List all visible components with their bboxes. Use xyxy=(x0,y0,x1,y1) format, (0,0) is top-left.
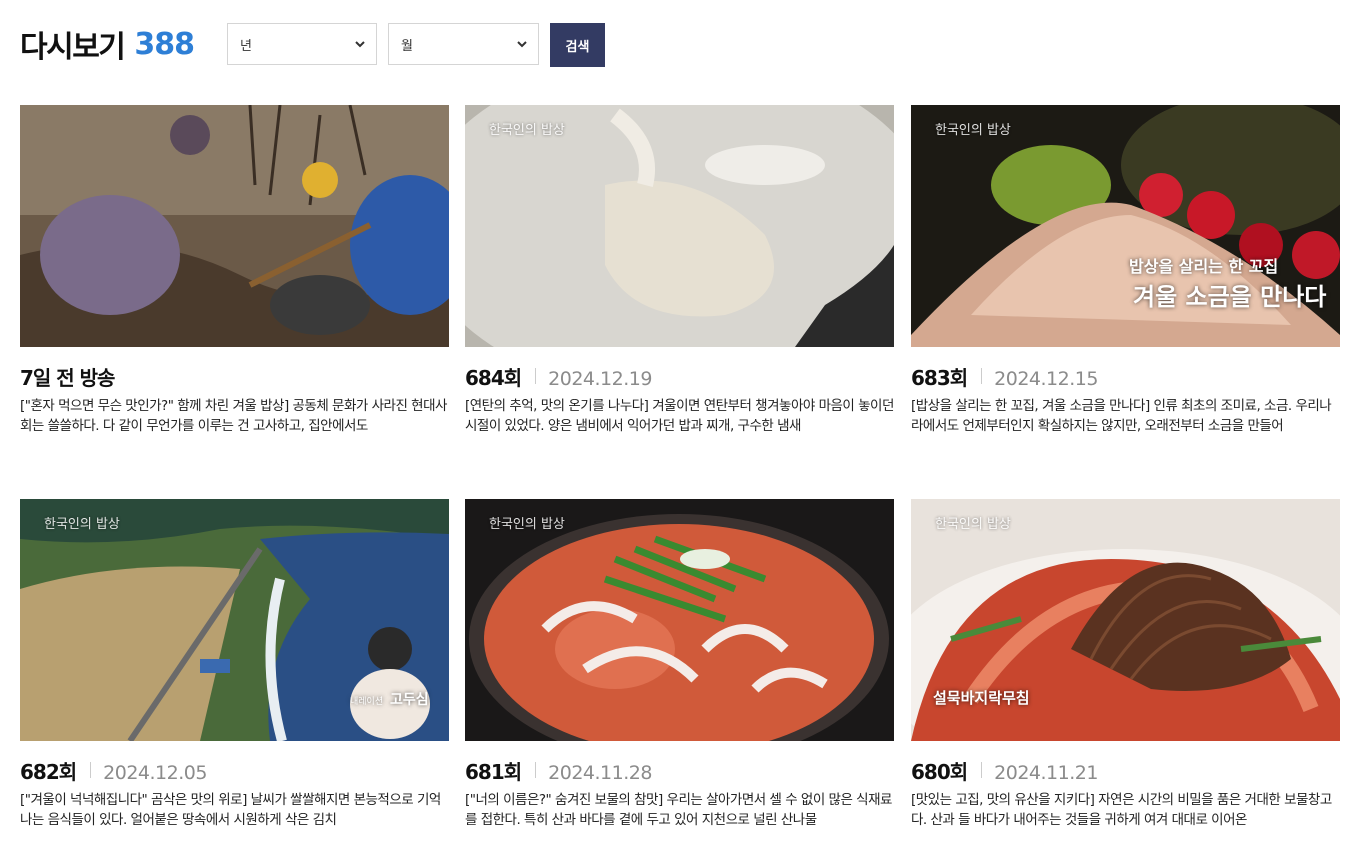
episode-meta: 681회 2024.11.28 xyxy=(465,756,894,784)
episode-description[interactable]: [밥상을 살리는 한 꼬집, 겨울 소금을 만나다] 인류 최초의 조미료, 소… xyxy=(911,396,1340,436)
narrator-name: 고두심 xyxy=(390,692,429,708)
episode-description[interactable]: ["겨울이 넉넉해집니다" 곰삭은 맛의 위로] 날씨가 쌀쌀해지면 본능적으로… xyxy=(20,790,449,830)
divider xyxy=(535,762,537,778)
chevron-down-icon xyxy=(355,41,365,48)
search-button[interactable]: 검색 xyxy=(550,23,605,67)
episode-card[interactable]: 한국인의 밥상 설묵바지락무침 680회 2024.11.21 [맛있는 고집,… xyxy=(911,499,1340,830)
episode-meta: 683회 2024.12.15 xyxy=(911,362,1340,390)
program-logo: 한국인의 밥상 xyxy=(935,123,1011,138)
broadcast-date: 2024.11.28 xyxy=(548,762,652,784)
broadcast-date: 2024.12.05 xyxy=(103,762,207,784)
program-logo: 한국인의 밥상 xyxy=(489,517,565,532)
episode-card[interactable]: 7일 전 방송 ["혼자 먹으면 무슨 맛인가?" 함께 차린 겨울 밥상] 공… xyxy=(20,105,449,436)
episode-number: 683회 xyxy=(911,366,968,390)
thumbnail-caption: 겨울 소금을 만나다 xyxy=(1133,282,1327,311)
episode-meta: 684회 2024.12.19 xyxy=(465,362,894,390)
episode-meta: 682회 2024.12.05 xyxy=(20,756,449,784)
episode-card[interactable]: 한국인의 밥상 684회 2024.12.19 [연탄의 추억, 맛의 온기를 … xyxy=(465,105,894,436)
page-header: 다시보기 388 xyxy=(20,22,195,66)
episode-thumbnail[interactable]: 한국인의 밥상 xyxy=(465,105,894,347)
episode-card[interactable]: 한국인의 밥상 내레이션 고두심 682회 2024.12.05 ["겨울이 넉… xyxy=(20,499,449,830)
dish-caption: 설묵바지락무침 xyxy=(933,689,1030,707)
episode-thumbnail[interactable]: 밥상을 살리는 한 꼬집 겨울 소금을 만나다 한국인의 밥상 xyxy=(911,105,1340,347)
divider xyxy=(535,368,537,384)
year-select[interactable]: 년 xyxy=(227,23,377,65)
program-logo: 한국인의 밥상 xyxy=(935,517,1011,532)
episode-thumbnail[interactable]: 한국인의 밥상 xyxy=(465,499,894,741)
program-logo: 한국인의 밥상 xyxy=(44,517,120,532)
episode-card[interactable]: 한국인의 밥상 681회 2024.11.28 ["너의 이름은?" 숨겨진 보… xyxy=(465,499,894,830)
program-logo: 한국인의 밥상 xyxy=(489,123,565,138)
divider xyxy=(981,368,983,384)
total-count: 388 xyxy=(134,26,195,62)
divider xyxy=(90,762,92,778)
episode-number: 684회 xyxy=(465,366,522,390)
episode-meta: 7일 전 방송 xyxy=(20,362,449,390)
divider xyxy=(981,762,983,778)
episode-number: 681회 xyxy=(465,760,522,784)
broadcast-date: 2024.12.15 xyxy=(994,368,1098,390)
broadcast-date: 2024.11.21 xyxy=(994,762,1098,784)
thumbnail-caption: 밥상을 살리는 한 꼬집 xyxy=(1129,257,1279,276)
episode-description[interactable]: [맛있는 고집, 맛의 유산을 지키다] 자연은 시간의 비밀을 품은 거대한 … xyxy=(911,790,1340,830)
episode-thumbnail[interactable] xyxy=(20,105,449,347)
episode-number: 7일 전 방송 xyxy=(20,366,115,390)
episode-description[interactable]: [연탄의 추억, 맛의 온기를 나누다] 겨울이면 연탄부터 챙겨놓아야 마음이… xyxy=(465,396,894,436)
episode-thumbnail[interactable]: 한국인의 밥상 내레이션 고두심 xyxy=(20,499,449,741)
broadcast-date: 2024.12.19 xyxy=(548,368,652,390)
episode-number: 682회 xyxy=(20,760,77,784)
year-select-value: 년 xyxy=(240,38,252,54)
episode-description[interactable]: ["혼자 먹으면 무슨 맛인가?" 함께 차린 겨울 밥상] 공동체 문화가 사… xyxy=(20,396,449,436)
episode-number: 680회 xyxy=(911,760,968,784)
page-title: 다시보기 xyxy=(20,30,126,65)
episode-meta: 680회 2024.11.21 xyxy=(911,756,1340,784)
episode-thumbnail[interactable]: 한국인의 밥상 설묵바지락무침 xyxy=(911,499,1340,741)
month-select-value: 월 xyxy=(401,38,413,54)
month-select[interactable]: 월 xyxy=(388,23,539,65)
episode-card[interactable]: 밥상을 살리는 한 꼬집 겨울 소금을 만나다 한국인의 밥상 683회 202… xyxy=(911,105,1340,436)
narrator-role: 내레이션 xyxy=(350,697,384,707)
chevron-down-icon xyxy=(517,41,527,48)
episode-description[interactable]: ["너의 이름은?" 숨겨진 보물의 참맛] 우리는 살아가면서 셀 수 없이 … xyxy=(465,790,894,830)
